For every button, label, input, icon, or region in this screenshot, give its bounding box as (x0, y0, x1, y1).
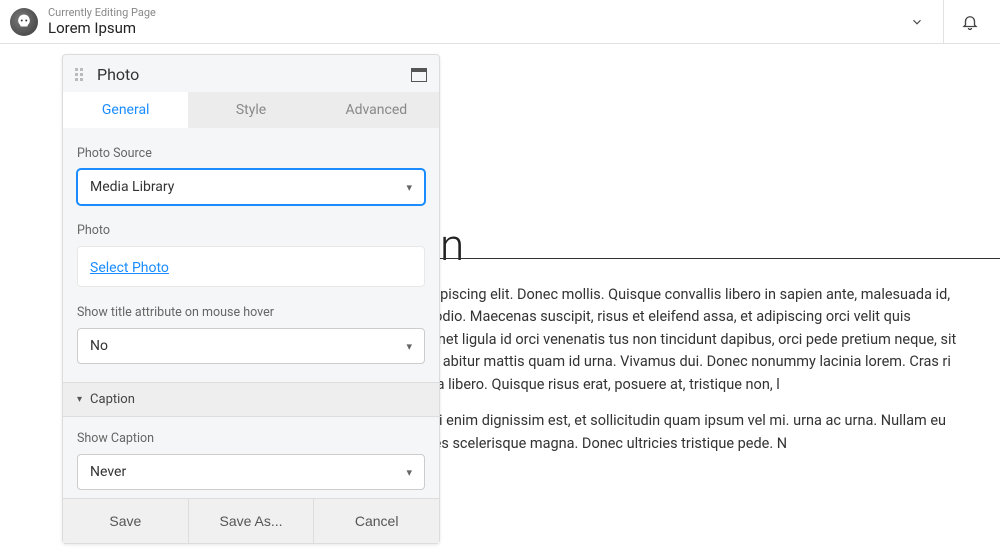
chevron-down-icon: ▾ (406, 340, 412, 353)
photo-source-value: Media Library (90, 179, 174, 195)
chevron-down-icon: ▾ (406, 181, 412, 194)
tab-general[interactable]: General (63, 92, 188, 128)
show-caption-value: Never (90, 464, 126, 480)
module-settings-panel: Photo General Style Advanced Photo Sourc… (62, 54, 440, 544)
panel-body[interactable]: Photo Source Media Library ▾ Photo Selec… (63, 128, 439, 498)
tab-advanced[interactable]: Advanced (314, 92, 439, 128)
panel-footer: Save Save As... Cancel (63, 498, 439, 543)
cancel-button[interactable]: Cancel (314, 499, 439, 543)
panel-header[interactable]: Photo (63, 55, 439, 92)
photo-picker[interactable]: Select Photo (77, 246, 425, 287)
caption-section-toggle[interactable]: ▾ Caption (63, 382, 439, 417)
save-as-button[interactable]: Save As... (189, 499, 315, 543)
divider (943, 0, 944, 44)
photo-source-label: Photo Source (77, 146, 425, 161)
show-caption-label: Show Caption (77, 431, 425, 446)
panel-title: Photo (97, 65, 411, 84)
top-bar: Currently Editing Page Lorem Ipsum (0, 0, 1000, 44)
show-title-label: Show title attribute on mouse hover (77, 305, 425, 320)
caption-section-label: Caption (90, 392, 135, 407)
tab-style[interactable]: Style (188, 92, 313, 128)
page-title: Lorem Ipsum (48, 19, 897, 37)
show-caption-select[interactable]: Never ▾ (77, 454, 425, 490)
save-button[interactable]: Save (63, 499, 189, 543)
notifications-icon[interactable] (950, 13, 990, 31)
drag-handle-icon[interactable] (75, 68, 87, 81)
show-title-select[interactable]: No ▾ (77, 328, 425, 364)
panel-tabs: General Style Advanced (63, 92, 439, 128)
photo-source-select[interactable]: Media Library ▾ (77, 169, 425, 205)
select-photo-link[interactable]: Select Photo (90, 260, 169, 276)
app-logo (10, 8, 38, 36)
heading-fragment: n (440, 219, 464, 271)
page-menu-toggle[interactable] (897, 15, 937, 29)
show-title-value: No (90, 338, 108, 354)
expand-icon[interactable] (411, 68, 427, 82)
photo-label: Photo (77, 223, 425, 238)
chevron-down-icon: ▾ (406, 466, 412, 479)
breadcrumb[interactable]: Currently Editing Page Lorem Ipsum (48, 6, 897, 37)
chevron-down-icon: ▾ (77, 394, 82, 405)
breadcrumb-label: Currently Editing Page (48, 6, 897, 19)
